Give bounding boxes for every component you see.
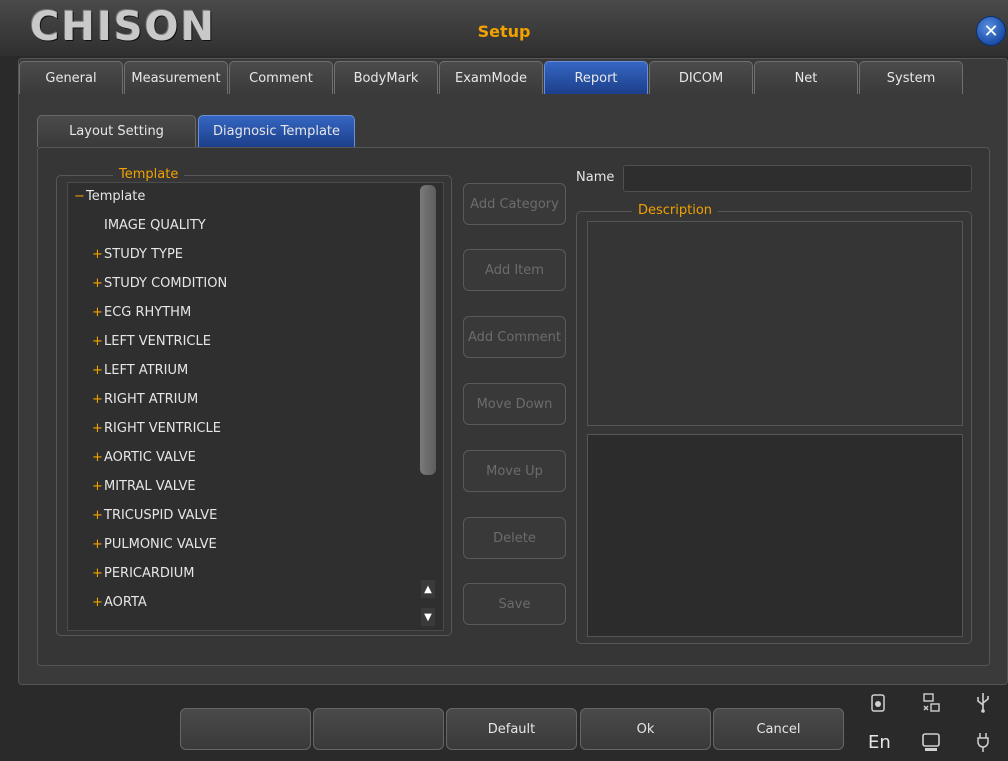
tree-item[interactable]: +LEFT VENTRICLE bbox=[92, 331, 211, 353]
template-tree: −Template IMAGE QUALITY +STUDY TYPE +STU… bbox=[67, 182, 444, 631]
move-down-button[interactable]: Move Down bbox=[463, 383, 566, 425]
expand-icon[interactable]: + bbox=[92, 389, 104, 411]
tree-item[interactable]: +RIGHT ATRIUM bbox=[92, 389, 198, 411]
main-tabs: General Measurement Comment BodyMark Exa… bbox=[19, 61, 964, 94]
monitor-icon bbox=[920, 730, 942, 754]
tree-item-label: PULMONIC VALVE bbox=[104, 537, 217, 552]
disk-icon bbox=[868, 692, 888, 714]
delete-button[interactable]: Delete bbox=[463, 517, 566, 559]
scroll-down-icon[interactable]: ▼ bbox=[421, 608, 435, 626]
blank-button-2[interactable] bbox=[313, 708, 444, 750]
tree-item[interactable]: +PULMONIC VALVE bbox=[92, 534, 217, 556]
tree-item[interactable]: +AORTA bbox=[92, 592, 147, 614]
description-text-area[interactable] bbox=[587, 221, 963, 426]
bottom-bar: Default Ok Cancel En bbox=[0, 686, 1008, 761]
description-title: Description bbox=[632, 203, 719, 219]
tree-item-label: AORTA bbox=[104, 595, 147, 610]
tree-root[interactable]: −Template bbox=[74, 186, 145, 208]
tree-item-label: ECG RHYTHM bbox=[104, 305, 192, 320]
description-group: Description bbox=[576, 203, 972, 644]
network-icon bbox=[920, 692, 942, 714]
expand-icon[interactable]: + bbox=[92, 360, 104, 382]
report-subtabs: Layout Setting Diagnosic Template bbox=[37, 115, 357, 147]
tab-net[interactable]: Net bbox=[754, 61, 858, 94]
tree-item[interactable]: +ECG RHYTHM bbox=[92, 302, 191, 324]
expand-icon[interactable]: + bbox=[92, 505, 104, 527]
description-preview-area[interactable] bbox=[587, 434, 963, 637]
tree-item[interactable]: +MITRAL VALVE bbox=[92, 476, 196, 498]
scroll-up-icon[interactable]: ▲ bbox=[421, 580, 435, 598]
name-label: Name bbox=[576, 170, 615, 185]
window-title: Setup bbox=[477, 22, 531, 41]
tree-item-label: MITRAL VALVE bbox=[104, 479, 196, 494]
name-input[interactable] bbox=[623, 165, 972, 192]
language-indicator[interactable]: En bbox=[868, 732, 891, 753]
scrollbar-thumb[interactable] bbox=[420, 185, 436, 475]
tree-item[interactable]: +AORTIC VALVE bbox=[92, 447, 196, 469]
tree-item-label: LEFT ATRIUM bbox=[104, 363, 189, 378]
expand-icon[interactable]: + bbox=[92, 534, 104, 556]
tree-item[interactable]: +STUDY TYPE bbox=[92, 244, 183, 266]
setup-window: General Measurement Comment BodyMark Exa… bbox=[18, 58, 1008, 685]
default-button[interactable]: Default bbox=[446, 708, 577, 750]
tab-comment[interactable]: Comment bbox=[229, 61, 333, 94]
collapse-icon[interactable]: − bbox=[74, 186, 86, 208]
tree-item-label: STUDY COMDITION bbox=[104, 276, 228, 291]
expand-icon[interactable]: + bbox=[92, 244, 104, 266]
cancel-button[interactable]: Cancel bbox=[713, 708, 844, 750]
tree-item[interactable]: +STUDY COMDITION bbox=[92, 273, 227, 295]
tree-item[interactable]: +TRICUSPID VALVE bbox=[92, 505, 217, 527]
tree-item[interactable]: +LEFT ATRIUM bbox=[92, 360, 188, 382]
tab-system[interactable]: System bbox=[859, 61, 963, 94]
usb-icon bbox=[972, 690, 994, 714]
power-plug-icon bbox=[972, 730, 994, 754]
tree-item-label: PERICARDIUM bbox=[104, 566, 195, 581]
tree-item-label: IMAGE QUALITY bbox=[104, 218, 206, 233]
expand-icon[interactable]: + bbox=[92, 476, 104, 498]
tree-item-label: STUDY TYPE bbox=[104, 247, 184, 262]
add-item-button[interactable]: Add Item bbox=[463, 249, 566, 291]
tree-scrollbar[interactable]: ▲ ▼ bbox=[419, 183, 437, 630]
title-bar: CHISON Setup ✕ bbox=[0, 0, 1008, 56]
expand-icon[interactable]: + bbox=[92, 331, 104, 353]
move-up-button[interactable]: Move Up bbox=[463, 450, 566, 492]
tab-exammode[interactable]: ExamMode bbox=[439, 61, 543, 94]
save-button[interactable]: Save bbox=[463, 583, 566, 625]
tab-measurement[interactable]: Measurement bbox=[124, 61, 228, 94]
tree-item[interactable]: +PERICARDIUM bbox=[92, 563, 195, 585]
close-icon: ✕ bbox=[983, 20, 999, 42]
tree-item-label: TRICUSPID VALVE bbox=[104, 508, 218, 523]
tab-dicom[interactable]: DICOM bbox=[649, 61, 753, 94]
expand-icon[interactable]: + bbox=[92, 302, 104, 324]
expand-icon[interactable]: + bbox=[92, 273, 104, 295]
expand-icon[interactable]: + bbox=[92, 563, 104, 585]
expand-icon[interactable]: + bbox=[92, 418, 104, 440]
tree-item[interactable]: +RIGHT VENTRICLE bbox=[92, 418, 221, 440]
ok-button[interactable]: Ok bbox=[580, 708, 711, 750]
tree-item-label: AORTIC VALVE bbox=[104, 450, 196, 465]
add-category-button[interactable]: Add Category bbox=[463, 183, 566, 225]
expand-icon[interactable]: + bbox=[92, 447, 104, 469]
tree-item-label: RIGHT ATRIUM bbox=[104, 392, 199, 407]
tab-report[interactable]: Report bbox=[544, 61, 648, 94]
expand-icon[interactable]: + bbox=[92, 592, 104, 614]
tab-general[interactable]: General bbox=[19, 61, 123, 94]
tree-root-label: Template bbox=[86, 189, 146, 204]
tab-bodymark[interactable]: BodyMark bbox=[334, 61, 438, 94]
blank-button-1[interactable] bbox=[180, 708, 311, 750]
close-button[interactable]: ✕ bbox=[976, 16, 1006, 46]
tree-item[interactable]: IMAGE QUALITY bbox=[92, 215, 206, 237]
tree-item-label: RIGHT VENTRICLE bbox=[104, 421, 221, 436]
subtab-layout-setting[interactable]: Layout Setting bbox=[37, 115, 196, 147]
template-group: Template −Template IMAGE QUALITY +STUDY … bbox=[56, 167, 452, 636]
add-comment-button[interactable]: Add Comment bbox=[463, 316, 566, 358]
subtab-diagnosic-template[interactable]: Diagnosic Template bbox=[198, 115, 355, 147]
tree-item-label: LEFT VENTRICLE bbox=[104, 334, 211, 349]
diagnosic-template-panel: Template −Template IMAGE QUALITY +STUDY … bbox=[37, 147, 990, 666]
template-group-title: Template bbox=[113, 167, 185, 183]
